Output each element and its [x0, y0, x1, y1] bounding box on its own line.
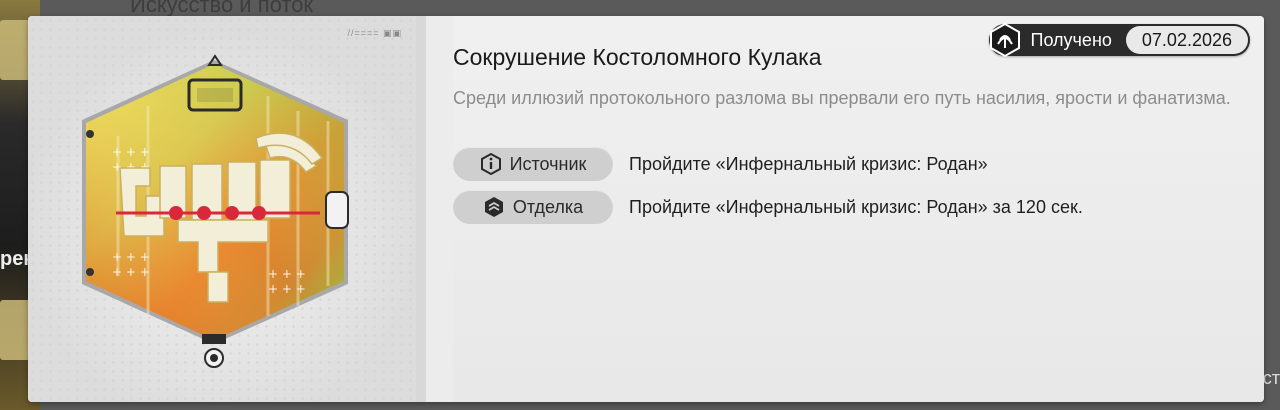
svg-text:+ + +: + + + — [112, 265, 150, 279]
info-icon — [480, 153, 501, 175]
medal-title: Сокрушение Костоломного Кулака — [453, 44, 822, 70]
obtained-status-pill: Получено 07.02.2026 — [988, 22, 1250, 58]
source-chip[interactable]: Источник — [453, 147, 613, 181]
medal-art-panel: //==== ▣▣ + + + + + + + + + + + + + + + … — [28, 16, 426, 402]
finish-chip[interactable]: Отделка — [453, 190, 613, 224]
medal-badge-icon — [989, 22, 1020, 58]
svg-text:+ + +: + + + — [268, 267, 306, 281]
requirement-row-finish: Отделка Пройдите «Инфернальный кризис: Р… — [453, 189, 1083, 225]
source-requirement-text: Пройдите «Инфернальный кризис: Родан» — [629, 153, 988, 174]
medal-emblem: + + ++ + + + + ++ + + + + ++ + + — [82, 54, 349, 368]
svg-text:+ + +: + + + — [112, 250, 150, 264]
svg-text:+ + +: + + + — [268, 282, 306, 296]
medal-detail-card: //==== ▣▣ + + + + + + + + + + + + + + + … — [28, 16, 1264, 402]
finish-chip-label: Отделка — [512, 196, 584, 217]
medal-description: Среди иллюзий протокольного разлома вы п… — [453, 88, 1231, 108]
obtained-date: 07.02.2026 — [1125, 26, 1248, 54]
layers-icon — [484, 197, 503, 217]
medal-info-panel: Получено 07.02.2026 Сокрушение Костоломн… — [453, 16, 1264, 402]
source-chip-label: Источник — [509, 153, 587, 174]
requirement-row-source: Источник Пройдите «Инфернальный кризис: … — [453, 146, 988, 182]
status-label: Получено — [1030, 29, 1112, 50]
background-tile — [0, 300, 30, 360]
background-tile — [0, 20, 30, 80]
background-right-text: ст — [1262, 368, 1280, 388]
finish-requirement-text: Пройдите «Инфернальный кризис: Родан» за… — [629, 196, 1083, 217]
svg-text:+ + +: + + + — [112, 145, 150, 159]
